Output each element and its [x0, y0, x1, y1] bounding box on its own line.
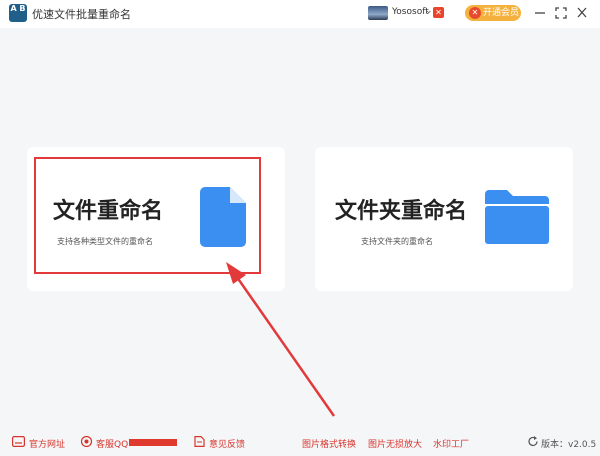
support-link[interactable]: 客服QQ [96, 437, 128, 450]
format-convert-link[interactable]: 图片格式转换 [302, 437, 356, 450]
redacted-qq-number [129, 439, 177, 446]
feedback-link[interactable]: 意见反馈 [209, 437, 245, 450]
watermark-link[interactable]: 水印工厂 [433, 437, 469, 450]
lossless-zoom-link[interactable]: 图片无损放大 [368, 437, 422, 450]
website-link[interactable]: 官方网址 [29, 437, 65, 450]
annotation-arrow [226, 262, 336, 417]
version-label: 版本：v2.0.5 [541, 440, 597, 450]
footer: 官方网址 客服QQ 意见反馈 图片格式转换 图片无损放大 水印工厂 版本：v2.… [0, 429, 600, 456]
feedback-icon [194, 436, 205, 447]
website-icon [12, 436, 25, 447]
refresh-icon[interactable] [527, 436, 540, 447]
qq-support-icon [80, 436, 93, 447]
